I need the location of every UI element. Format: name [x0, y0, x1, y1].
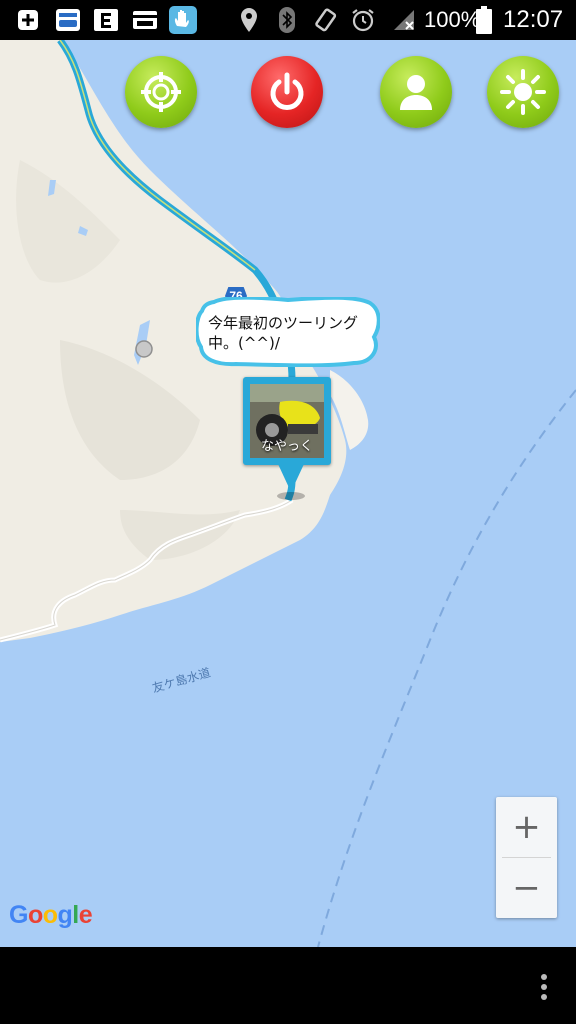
signal-icon	[391, 6, 417, 34]
bluetooth-icon	[277, 6, 297, 34]
navigation-bar	[0, 947, 576, 1024]
marker-photo: なやっく	[250, 384, 324, 458]
sun-icon	[500, 69, 546, 115]
battery-icon	[474, 6, 494, 34]
hand-app-icon	[168, 6, 198, 34]
alarm-icon	[350, 6, 376, 34]
speech-bubble-text: 今年最初のツーリング中。(^^)/	[208, 314, 359, 352]
power-button[interactable]	[251, 56, 323, 128]
clock: 12:07	[503, 6, 564, 33]
profile-button[interactable]	[380, 56, 452, 128]
drivers-app-icon	[54, 6, 82, 34]
zoom-in-button[interactable]: +	[496, 797, 557, 857]
add-box-icon	[16, 6, 40, 34]
target-locate-button[interactable]	[125, 56, 197, 128]
zoom-controls: + −	[496, 797, 557, 918]
crosshair-icon	[141, 72, 181, 112]
user-photo-marker[interactable]: なやっく	[243, 377, 331, 465]
location-pin-icon	[238, 6, 260, 34]
pass-app-icon	[131, 6, 159, 34]
map-point-icon[interactable]	[135, 340, 153, 358]
power-icon	[270, 72, 304, 110]
brightness-button[interactable]	[487, 56, 559, 128]
status-bar: 100% 12:07	[0, 0, 576, 40]
person-icon	[400, 75, 432, 110]
google-logo: Google	[9, 901, 93, 929]
map-view[interactable]: 76 友ケ島水道 今年最初のツーリング中。(^^)/ なやっく + − Goog…	[0, 40, 576, 947]
overflow-menu-icon[interactable]	[536, 972, 552, 1002]
marker-pointer	[277, 464, 305, 500]
e-app-icon	[92, 6, 120, 34]
zoom-out-button[interactable]: −	[496, 858, 557, 918]
marker-name: なやっく	[260, 439, 313, 454]
vibrate-icon	[312, 6, 338, 34]
battery-percent: 100%	[424, 7, 481, 32]
